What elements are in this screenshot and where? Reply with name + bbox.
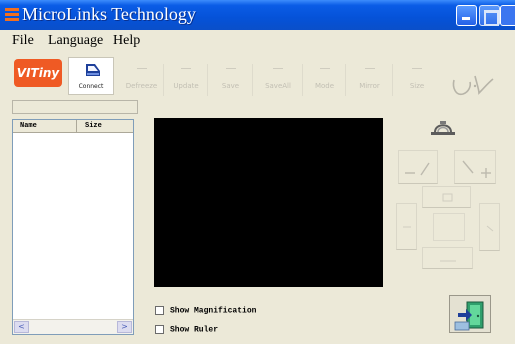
list-header: Name Size [13, 120, 133, 133]
show-magnification-label: Show Magnification [170, 306, 257, 316]
move-left-button[interactable] [396, 203, 417, 250]
show-magnification-option[interactable]: Show Magnification [155, 306, 256, 316]
column-header-name[interactable]: Name [13, 120, 77, 133]
connect-label: Connect [78, 83, 104, 90]
zoom-out-button[interactable] [398, 150, 438, 184]
save-icon [225, 68, 236, 74]
defreeze-icon [136, 68, 147, 74]
signature-icon[interactable] [448, 66, 498, 102]
mode-button[interactable]: Mode [304, 64, 346, 96]
mirror-button[interactable]: Mirror [347, 64, 393, 96]
show-ruler-option[interactable]: Show Ruler [155, 325, 218, 335]
maximize-button[interactable] [479, 5, 500, 26]
app-menu-icon[interactable] [5, 8, 19, 21]
show-magnification-checkbox[interactable] [155, 306, 164, 315]
update-button[interactable]: Update [165, 64, 208, 96]
status-field [12, 100, 138, 114]
update-icon [181, 68, 191, 74]
scroll-left-icon[interactable]: < [14, 321, 29, 333]
file-list[interactable]: Name Size < > [12, 119, 134, 335]
vitiny-logo: VITiny [14, 59, 62, 87]
down-arrow-icon [440, 260, 456, 262]
title-bar: MicroLinks Technology [0, 0, 515, 30]
connect-icon [86, 64, 100, 76]
save-all-icon [273, 68, 283, 74]
zoom-in-button[interactable] [454, 150, 496, 184]
mirror-icon [364, 68, 375, 74]
move-up-button[interactable] [422, 186, 471, 208]
save-all-button[interactable]: SaveAll [254, 64, 303, 96]
menu-file[interactable]: File [12, 33, 34, 49]
menu-help[interactable]: Help [113, 33, 140, 49]
exit-door-icon [454, 301, 484, 331]
connect-button[interactable]: Connect [68, 57, 114, 95]
show-ruler-label: Show Ruler [170, 325, 219, 335]
right-arrow-icon [486, 225, 494, 232]
light-icon [431, 121, 455, 135]
move-right-button[interactable] [479, 203, 500, 251]
size-button[interactable]: Size [394, 64, 440, 96]
defreeze-button[interactable]: Defreeze [120, 64, 164, 96]
light-button[interactable] [428, 116, 458, 142]
menu-language[interactable]: Language [48, 33, 103, 49]
scroll-right-icon[interactable]: > [117, 321, 132, 333]
save-button[interactable]: Save [209, 64, 253, 96]
left-arrow-icon [403, 226, 411, 228]
window-title: MicroLinks Technology [22, 4, 196, 24]
menu-bar: File Language Help [0, 31, 515, 51]
video-preview[interactable] [154, 118, 383, 287]
zoom-in-icon [462, 160, 491, 178]
exit-button[interactable] [449, 295, 491, 333]
move-down-button[interactable] [422, 247, 473, 269]
up-arrow-icon [442, 193, 453, 202]
minimize-button[interactable] [456, 5, 477, 26]
horizontal-scrollbar[interactable]: < > [13, 319, 133, 334]
mode-icon [319, 68, 330, 74]
show-ruler-checkbox[interactable] [155, 325, 164, 334]
close-button[interactable] [500, 5, 515, 26]
center-button[interactable] [433, 213, 465, 241]
column-header-size[interactable]: Size [77, 120, 133, 133]
size-icon [412, 68, 422, 74]
zoom-out-icon [405, 162, 430, 176]
